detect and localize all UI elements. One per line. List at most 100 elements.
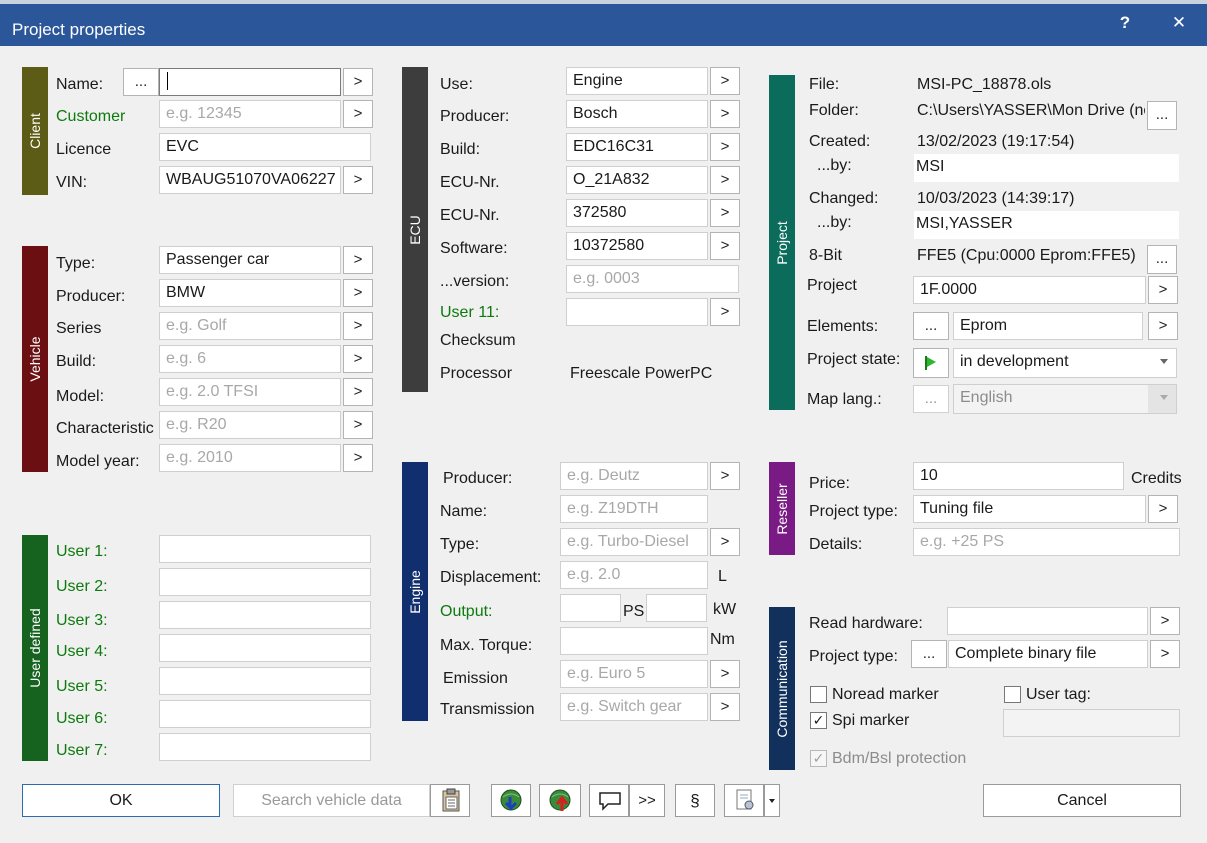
engine-producer-input[interactable]: e.g. Deutz <box>560 462 708 490</box>
vehicle-build-input[interactable]: e.g. 6 <box>159 345 341 373</box>
user-1-input[interactable] <box>159 535 371 563</box>
vin-next-button[interactable]: > <box>343 166 373 194</box>
model-year-next-button[interactable]: > <box>343 444 373 472</box>
model-input[interactable]: e.g. 2.0 TFSI <box>159 378 341 406</box>
elements-next-button[interactable]: > <box>1148 312 1178 340</box>
comm-project-type-more-button[interactable]: ... <box>911 640 947 668</box>
licence-label: Licence <box>56 141 112 158</box>
ecu-nr-2-next-button[interactable]: > <box>710 199 740 227</box>
vehicle-type-input[interactable]: Passenger car <box>159 246 341 274</box>
export-button[interactable] <box>539 784 581 817</box>
characteristic-input[interactable]: e.g. R20 <box>159 411 341 439</box>
vehicle-producer-label: Producer: <box>56 288 126 305</box>
user-4-input[interactable] <box>159 634 371 662</box>
import-button[interactable] <box>491 784 531 817</box>
ecu-nr-1-next-button[interactable]: > <box>710 166 740 194</box>
project-next-button[interactable]: > <box>1148 276 1178 304</box>
comment-button[interactable] <box>589 784 629 817</box>
details-input[interactable]: e.g. +25 PS <box>913 528 1180 556</box>
ecu-producer-input[interactable]: Bosch <box>566 100 708 128</box>
ecu-build-next-button[interactable]: > <box>710 133 740 161</box>
reseller-project-type-next-button[interactable]: > <box>1148 495 1178 523</box>
noread-checkbox[interactable] <box>810 686 827 703</box>
emission-next-button[interactable]: > <box>710 660 740 688</box>
user-6-input[interactable] <box>159 700 371 728</box>
map-lang-more-button[interactable]: ... <box>913 385 949 413</box>
price-input[interactable]: 10 <box>913 462 1124 490</box>
engine-producer-next-button[interactable]: > <box>710 462 740 490</box>
transmission-input[interactable]: e.g. Switch gear <box>560 693 708 721</box>
paragraph-button[interactable]: § <box>675 784 715 817</box>
credits-label: Credits <box>1131 470 1182 487</box>
ecu-build-input[interactable]: EDC16C31 <box>566 133 708 161</box>
ok-button[interactable]: OK <box>22 784 220 817</box>
emission-label: Emission <box>443 670 508 687</box>
state-flag-button[interactable] <box>913 348 949 378</box>
name-more-button[interactable]: ... <box>123 68 159 96</box>
project-state-dropdown[interactable]: in development <box>953 348 1177 378</box>
ecu-producer-next-button[interactable]: > <box>710 100 740 128</box>
vehicle-type-next-button[interactable]: > <box>343 246 373 274</box>
folder-more-button[interactable]: ... <box>1147 101 1177 130</box>
read-hardware-input[interactable] <box>947 607 1148 635</box>
map-lang-dropdown[interactable]: English <box>953 384 1177 414</box>
software-next-button[interactable]: > <box>710 232 740 260</box>
ecu-nr-2-input[interactable]: 372580 <box>566 199 708 227</box>
user-7-input[interactable] <box>159 733 371 761</box>
vehicle-producer-next-button[interactable]: > <box>343 279 373 307</box>
vehicle-build-next-button[interactable]: > <box>343 345 373 373</box>
help-button[interactable]: ? <box>1112 10 1138 36</box>
settings-dropdown-button[interactable] <box>764 784 780 817</box>
spi-checkbox[interactable]: ✓ <box>810 712 827 729</box>
bdm-checkbox[interactable]: ✓ <box>810 750 827 767</box>
ecu-use-input[interactable]: Engine <box>566 67 708 95</box>
transmission-next-button[interactable]: > <box>710 693 740 721</box>
user-tag-input[interactable] <box>1003 709 1180 737</box>
output-kw-input[interactable] <box>646 594 707 622</box>
bit-more-button[interactable]: ... <box>1147 245 1177 274</box>
licence-input[interactable]: EVC <box>159 133 371 161</box>
version-input[interactable]: e.g. 0003 <box>566 265 739 293</box>
user-tag-checkbox[interactable] <box>1004 686 1021 703</box>
torque-input[interactable] <box>560 627 708 655</box>
vin-input[interactable]: WBAUG51070VA06227 <box>159 166 341 194</box>
user-11-input[interactable] <box>566 298 708 326</box>
engine-type-next-button[interactable]: > <box>710 528 740 556</box>
name-next-button[interactable]: > <box>343 68 373 96</box>
model-next-button[interactable]: > <box>343 378 373 406</box>
comm-project-type-next-button[interactable]: > <box>1150 640 1180 668</box>
software-input[interactable]: 10372580 <box>566 232 708 260</box>
characteristic-next-button[interactable]: > <box>343 411 373 439</box>
user-11-next-button[interactable]: > <box>710 298 740 326</box>
customer-next-button[interactable]: > <box>343 100 373 128</box>
engine-name-input[interactable]: e.g. Z19DTH <box>560 495 708 523</box>
cancel-button[interactable]: Cancel <box>983 784 1181 817</box>
user-3-input[interactable] <box>159 601 371 629</box>
ecu-use-next-button[interactable]: > <box>710 67 740 95</box>
clipboard-button[interactable] <box>430 784 470 817</box>
vehicle-producer-input[interactable]: BMW <box>159 279 341 307</box>
settings-button[interactable] <box>724 784 764 817</box>
displacement-input[interactable]: e.g. 2.0 <box>560 561 708 589</box>
elements-input[interactable]: Eprom <box>953 312 1143 340</box>
user-2-input[interactable] <box>159 568 371 596</box>
search-vehicle-data-button[interactable]: Search vehicle data <box>233 784 430 817</box>
ps-unit: PS <box>623 603 645 620</box>
series-next-button[interactable]: > <box>343 312 373 340</box>
series-input[interactable]: e.g. Golf <box>159 312 341 340</box>
customer-input[interactable]: e.g. 12345 <box>159 100 341 128</box>
close-button[interactable]: ✕ <box>1166 10 1192 36</box>
ecu-nr-1-input[interactable]: O_21A832 <box>566 166 708 194</box>
elements-more-button[interactable]: ... <box>913 312 949 340</box>
comm-project-type-input[interactable]: Complete binary file <box>948 640 1148 668</box>
reseller-project-type-input[interactable]: Tuning file <box>913 495 1146 523</box>
project-input[interactable]: 1F.0000 <box>913 276 1146 304</box>
expand-button[interactable]: >> <box>629 784 665 817</box>
name-input[interactable] <box>159 68 341 96</box>
output-ps-input[interactable] <box>560 594 621 622</box>
read-hardware-next-button[interactable]: > <box>1150 607 1180 635</box>
emission-input[interactable]: e.g. Euro 5 <box>560 660 708 688</box>
engine-type-input[interactable]: e.g. Turbo-Diesel <box>560 528 708 556</box>
model-year-input[interactable]: e.g. 2010 <box>159 444 341 472</box>
user-5-input[interactable] <box>159 667 371 695</box>
